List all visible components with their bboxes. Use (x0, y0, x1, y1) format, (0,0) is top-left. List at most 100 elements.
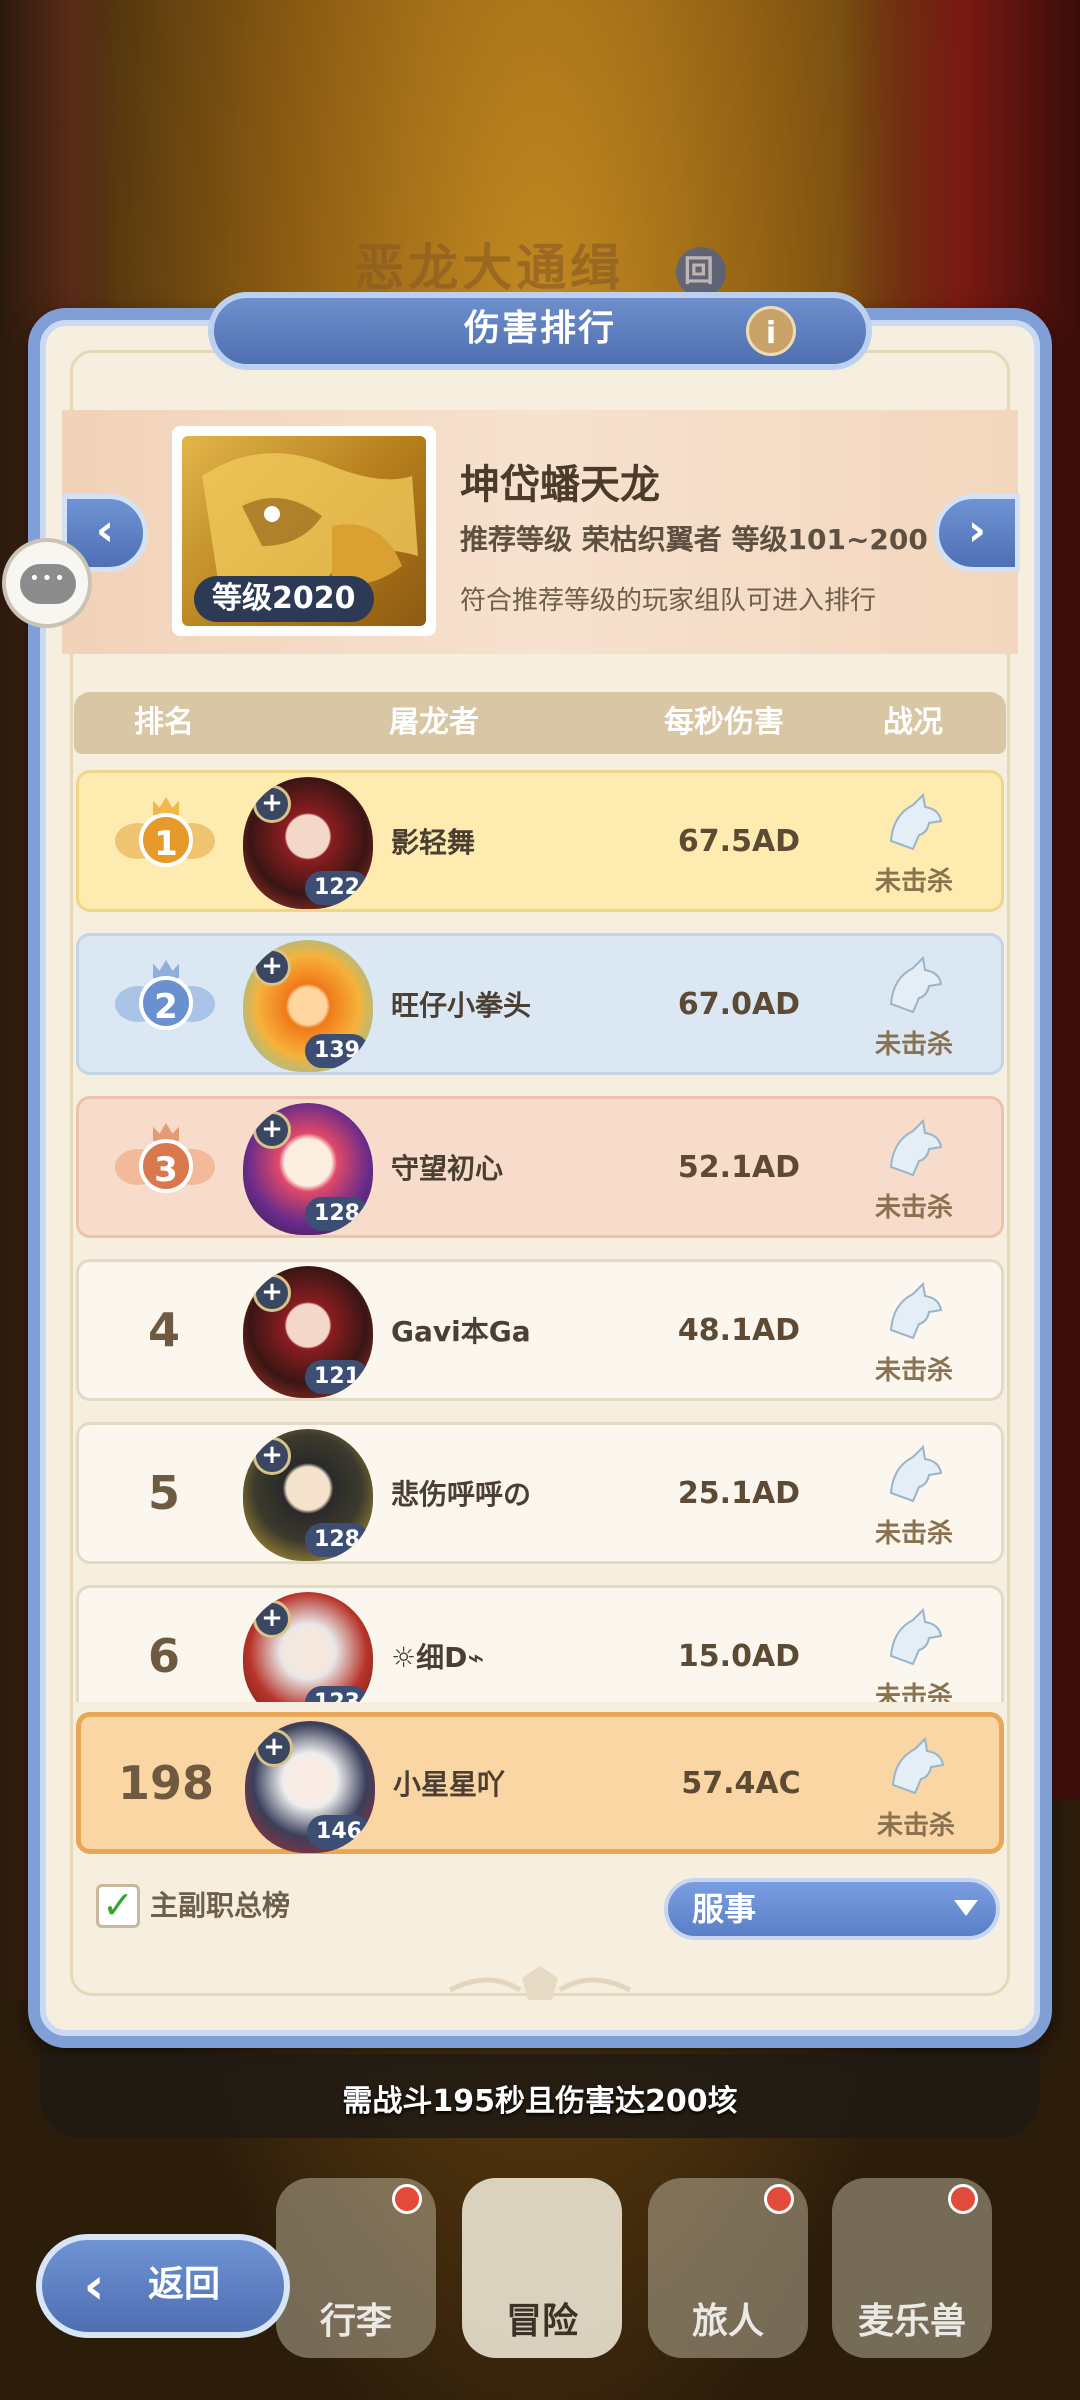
player-name: 影轻舞 (391, 826, 476, 859)
boss-level-badge: 等级2020 (194, 576, 374, 622)
nav-luggage[interactable]: 行李 (276, 2178, 436, 2358)
ranking-row[interactable]: 2 + 139 旺仔小拳头 67.0AD 未击杀 (76, 933, 1004, 1075)
class-icon: + (253, 948, 291, 986)
boss-ranking-note: 符合推荐等级的玩家组队可进入排行 (460, 586, 877, 616)
class-icon: + (253, 1274, 291, 1312)
player-dps: 52.1AD (677, 1149, 801, 1185)
player-level: 128 (305, 1523, 369, 1557)
event-badge: 回 (675, 246, 726, 297)
notification-dot (392, 2184, 422, 2214)
boss-recommend-level: 推荐等级 荣枯织翼者 等级101~200 (460, 523, 928, 556)
panel-footer-ornament (440, 1960, 640, 2010)
ranking-row[interactable]: 1 + 122 影轻舞 67.5AD 未击杀 (76, 770, 1004, 912)
my-dps: 57.4AC (681, 1765, 801, 1801)
event-title-text: 恶龙大通缉 (354, 239, 625, 297)
rank-number: 5 (147, 1466, 180, 1520)
dragon-head-icon (889, 1281, 943, 1340)
player-level: 139 (305, 1034, 369, 1068)
ranking-row[interactable]: 5 + 128 悲伤呼呼の 25.1AD 未击杀 (76, 1422, 1004, 1564)
my-battle-status: 未击杀 (851, 1717, 981, 1849)
gold-medal-icon: 1 (115, 797, 215, 889)
boss-name: 坤岱蟠天龙 (460, 462, 660, 508)
header-status: 战况 (883, 705, 943, 740)
player-level: 122 (305, 871, 369, 905)
notification-dot (764, 2184, 794, 2214)
golden-dragon-image: 等级2020 (182, 436, 426, 626)
dragon-head-icon (889, 1607, 943, 1666)
header-rank: 排名 (134, 705, 194, 740)
nav-travelers-label: 旅人 (691, 2301, 764, 2342)
class-icon: + (255, 1729, 293, 1767)
header-dps: 每秒伤害 (664, 705, 784, 740)
player-dps: 25.1AD (677, 1475, 801, 1511)
player-name: 守望初心 (391, 1152, 504, 1185)
battle-status: 未击杀 (849, 1588, 979, 1702)
dragon-head-icon (891, 1736, 945, 1795)
notification-dot (948, 2184, 978, 2214)
ranking-row[interactable]: 3 + 128 守望初心 52.1AD 未击杀 (76, 1096, 1004, 1238)
player-level: 123 (305, 1686, 369, 1702)
status-text: 未击杀 (874, 1193, 953, 1223)
class-icon: + (253, 1600, 291, 1638)
my-ranking-row[interactable]: 198 + 146 小星星吖 57.4AC 未击杀 (76, 1712, 1004, 1854)
rank-number: 6 (147, 1629, 180, 1683)
silver-medal-icon: 2 (115, 960, 215, 1052)
dragon-head-icon (889, 1118, 943, 1177)
player-avatar[interactable]: + 128 (243, 1429, 373, 1561)
battle-status: 未击杀 (849, 1262, 979, 1398)
back-arrow-icon: ‹ (83, 2257, 105, 2315)
player-avatar[interactable]: + 139 (243, 940, 373, 1072)
player-dps: 67.5AD (677, 823, 801, 859)
player-avatar[interactable]: + 123 (243, 1592, 373, 1702)
ranking-list[interactable]: 1 + 122 影轻舞 67.5AD 未击杀 2 + 139 旺仔小拳头 67.… (60, 760, 1020, 1702)
status-text: 未击杀 (876, 1811, 955, 1841)
player-name: Gavi本Ga (391, 1315, 531, 1348)
class-icon: + (253, 785, 291, 823)
dragon-head-icon (889, 955, 943, 1014)
server-dropdown[interactable]: 服事 (664, 1878, 1000, 1940)
nav-adventure-label: 冒险 (505, 2301, 578, 2342)
ranking-row[interactable]: 4 + 121 Gavi本Ga 48.1AD 未击杀 (76, 1259, 1004, 1401)
battle-status: 未击杀 (849, 936, 979, 1072)
ranking-table-header: 排名 屠龙者 每秒伤害 战况 (74, 692, 1006, 754)
battle-status: 未击杀 (849, 773, 979, 909)
status-text: 未击杀 (874, 1030, 953, 1060)
player-avatar[interactable]: + 121 (243, 1266, 373, 1398)
player-avatar[interactable]: + 122 (243, 777, 373, 909)
class-icon: + (253, 1111, 291, 1149)
chat-button[interactable] (2, 538, 92, 628)
player-avatar[interactable]: + 128 (243, 1103, 373, 1235)
nav-luggage-label: 行李 (319, 2301, 392, 2342)
player-level: 128 (305, 1197, 369, 1231)
my-avatar[interactable]: + 146 (245, 1721, 375, 1853)
event-title: 恶龙大通缉 回 (0, 228, 1080, 300)
player-level: 121 (305, 1360, 369, 1394)
my-name: 小星星吖 (393, 1768, 506, 1801)
main-sub-class-checkbox[interactable]: ✓ (96, 1884, 140, 1928)
battle-status: 未击杀 (849, 1425, 979, 1561)
header-slayer: 屠龙者 (389, 705, 479, 740)
battle-status: 未击杀 (849, 1099, 979, 1235)
player-dps: 15.0AD (677, 1638, 801, 1674)
rank-number: 4 (147, 1303, 180, 1357)
my-level: 146 (307, 1815, 371, 1849)
info-button[interactable]: i (746, 306, 796, 356)
nav-pets-label: 麦乐兽 (857, 2301, 966, 2342)
class-icon: + (253, 1437, 291, 1475)
my-rank-number: 198 (117, 1756, 215, 1810)
next-boss-button[interactable]: › (934, 494, 1020, 572)
dragon-head-icon (889, 1444, 943, 1503)
ranking-row[interactable]: 6 + 123 ☼细D⌁ 15.0AD 未击杀 (76, 1585, 1004, 1702)
status-text: 未击杀 (874, 1519, 953, 1549)
nav-pets[interactable]: 麦乐兽 (832, 2178, 992, 2358)
ornament-icon (448, 1966, 632, 2000)
back-button-label: 返回 (148, 2264, 221, 2305)
nav-travelers[interactable]: 旅人 (648, 2178, 808, 2358)
player-name: 旺仔小拳头 (391, 989, 532, 1022)
status-text: 未击杀 (874, 1682, 953, 1702)
player-name: ☼细D⌁ (391, 1641, 485, 1674)
chevron-down-icon (954, 1900, 978, 1916)
back-button[interactable]: ‹ 返回 (36, 2234, 290, 2338)
nav-adventure[interactable]: 冒险 (462, 2178, 622, 2358)
server-dropdown-value: 服事 (692, 1890, 757, 1928)
